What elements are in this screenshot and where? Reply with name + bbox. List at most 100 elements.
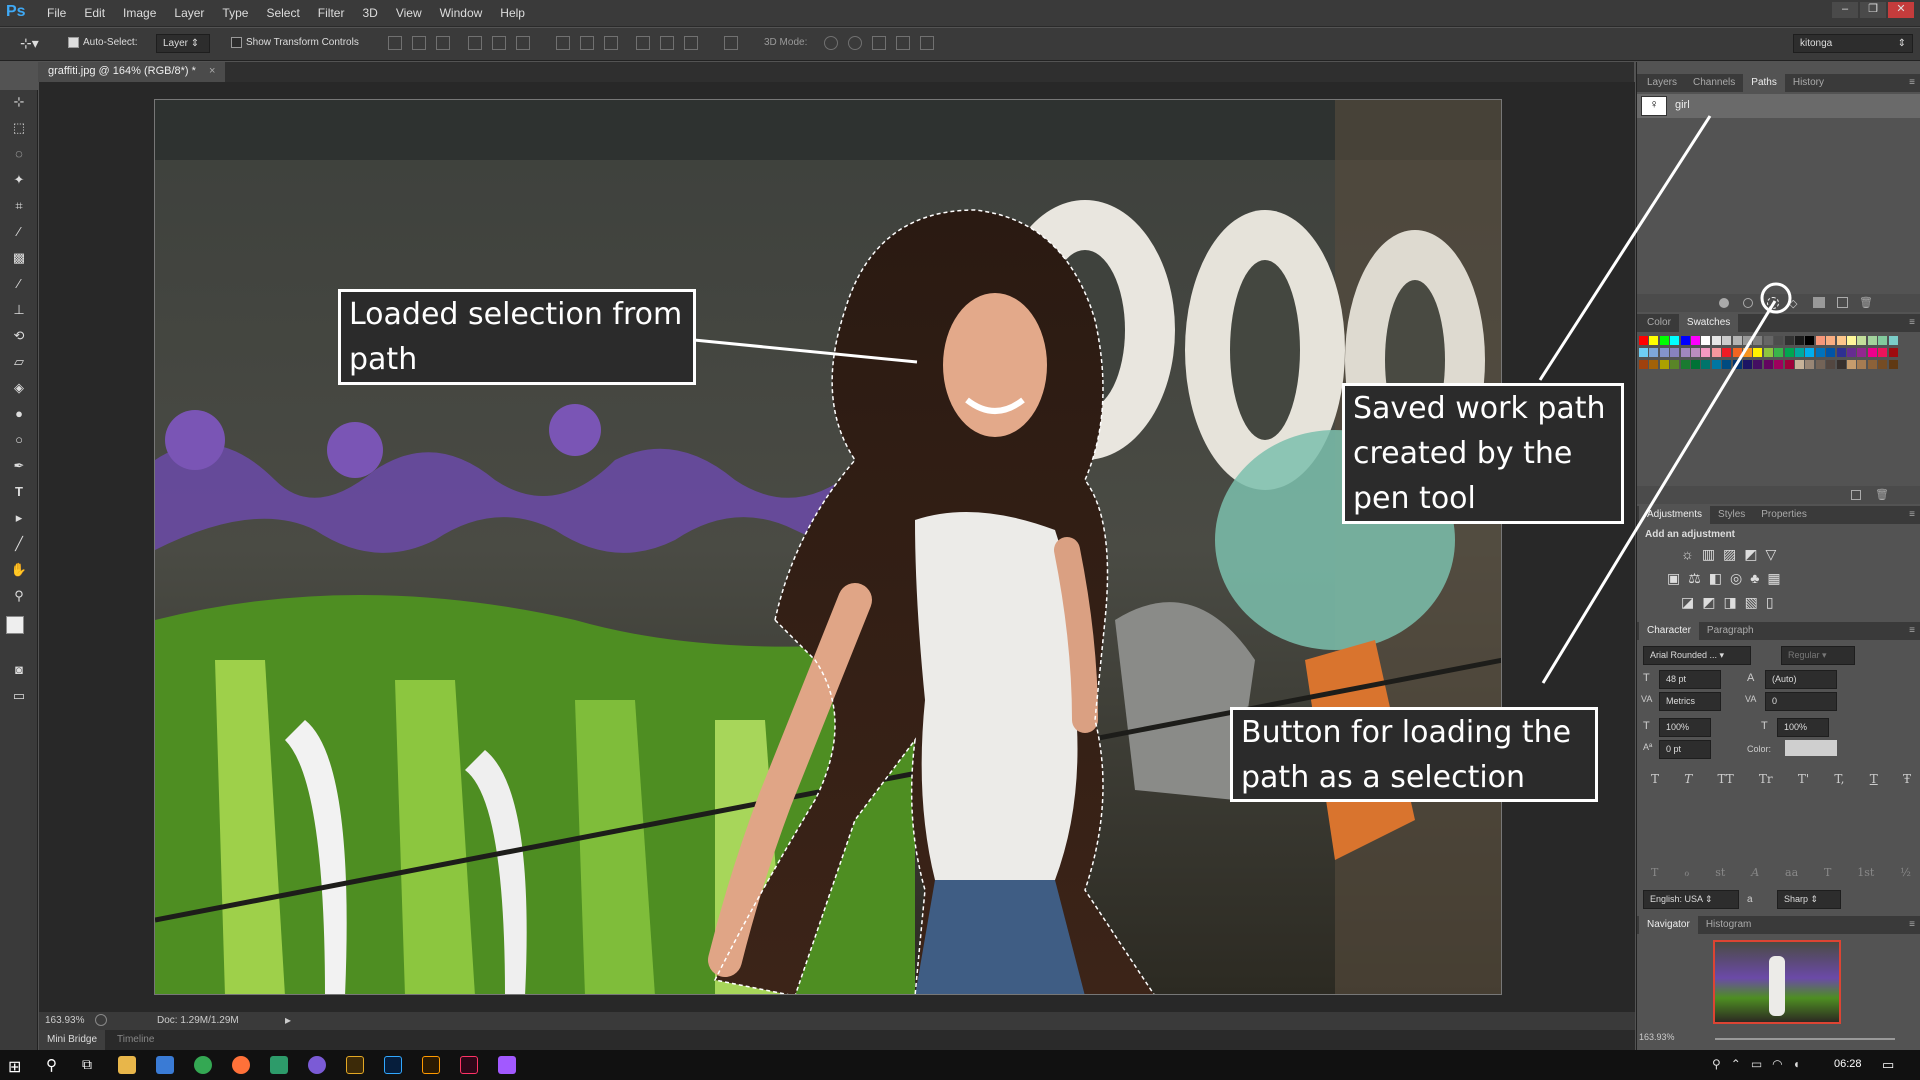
delete-path-icon[interactable]: 🗑 xyxy=(1859,296,1873,309)
subscript-button[interactable]: T, xyxy=(1834,772,1844,786)
panel-menu-icon[interactable]: ≡ xyxy=(1909,317,1915,328)
illustrator-icon[interactable] xyxy=(422,1056,440,1074)
photoshop-taskbar-icon[interactable] xyxy=(384,1056,402,1074)
swatch[interactable] xyxy=(1888,360,1898,369)
swatch[interactable] xyxy=(1649,348,1659,357)
swatch[interactable] xyxy=(1659,348,1669,357)
menu-image[interactable]: Image xyxy=(123,6,156,20)
swatch[interactable] xyxy=(1847,360,1856,369)
horizontal-scale-field[interactable]: 100% xyxy=(1777,718,1829,737)
discretionary-ligatures-button[interactable]: ℴ xyxy=(1684,866,1689,879)
swatch[interactable] xyxy=(1649,360,1659,369)
new-path-icon[interactable] xyxy=(1837,297,1848,308)
font-size-field[interactable]: 48 pt xyxy=(1659,670,1721,689)
adjustment-icons-row-2[interactable]: ▣⚖◧◎♣▦ xyxy=(1667,570,1789,587)
lasso-tool-icon[interactable]: ◌ xyxy=(9,144,29,164)
menu-window[interactable]: Window xyxy=(440,6,483,20)
swatch[interactable] xyxy=(1878,348,1888,357)
swatch[interactable] xyxy=(1680,336,1690,345)
status-menu-arrow-icon[interactable]: ▸ xyxy=(285,1013,291,1027)
bridge-icon[interactable] xyxy=(346,1056,364,1074)
path-row-girl[interactable]: ♀ girl xyxy=(1637,94,1920,118)
swatch[interactable] xyxy=(1732,360,1742,369)
hand-tool-icon[interactable]: ✋ xyxy=(9,560,29,580)
panel-menu-icon[interactable]: ≡ xyxy=(1909,509,1915,520)
swatch[interactable] xyxy=(1753,360,1763,369)
adjustment-icons-row-1[interactable]: ☼▥▨◩▽ xyxy=(1681,546,1784,563)
tab-properties[interactable]: Properties xyxy=(1753,506,1815,524)
swatch[interactable] xyxy=(1680,348,1690,357)
swatch[interactable] xyxy=(1805,360,1815,369)
swatch[interactable] xyxy=(1659,336,1669,345)
stylistic-button[interactable]: A xyxy=(1751,866,1759,879)
fractions-button[interactable]: ½ xyxy=(1900,866,1911,879)
store-icon[interactable] xyxy=(156,1056,174,1074)
swatch[interactable] xyxy=(1784,360,1794,369)
tab-swatches[interactable]: Swatches xyxy=(1678,314,1739,332)
swatch[interactable] xyxy=(1847,348,1856,357)
app-icon-2[interactable] xyxy=(308,1056,326,1074)
menu-filter[interactable]: Filter xyxy=(318,6,345,20)
swatch[interactable] xyxy=(1774,360,1784,369)
chrome-icon[interactable] xyxy=(194,1056,212,1074)
font-style-dropdown[interactable]: Regular ▾ xyxy=(1781,646,1855,665)
menu-3d[interactable]: 3D xyxy=(362,6,377,20)
type-tool-icon[interactable]: T xyxy=(9,482,29,502)
load-path-as-selection-icon[interactable] xyxy=(1767,297,1779,309)
history-brush-tool-icon[interactable]: ⟲ xyxy=(9,326,29,346)
swatch[interactable] xyxy=(1815,348,1825,357)
text-color-swatch[interactable] xyxy=(1785,740,1837,756)
swatch[interactable] xyxy=(1659,360,1669,369)
swatch[interactable] xyxy=(1763,336,1773,345)
new-swatch-icon[interactable] xyxy=(1851,490,1861,500)
clone-stamp-tool-icon[interactable]: ⊥ xyxy=(9,300,29,320)
firefox-icon[interactable] xyxy=(232,1056,250,1074)
swatch[interactable] xyxy=(1888,348,1898,357)
tab-layers[interactable]: Layers xyxy=(1639,74,1685,92)
menu-edit[interactable]: Edit xyxy=(84,6,105,20)
kerning-field[interactable]: Metrics xyxy=(1659,692,1721,711)
tab-mini-bridge[interactable]: Mini Bridge xyxy=(39,1030,106,1050)
swatch[interactable] xyxy=(1836,336,1846,345)
close-button[interactable]: ✕ xyxy=(1888,2,1914,18)
search-icon[interactable]: ⚲ xyxy=(46,1056,57,1074)
swatch[interactable] xyxy=(1878,360,1888,369)
swatch[interactable] xyxy=(1743,336,1752,345)
vertical-scale-field[interactable]: 100% xyxy=(1659,718,1711,737)
tab-timeline[interactable]: Timeline xyxy=(117,1034,154,1045)
task-view-icon[interactable]: ⧉ xyxy=(82,1056,92,1073)
swatch[interactable] xyxy=(1743,348,1752,357)
brush-tool-icon[interactable]: ⁄ xyxy=(9,274,29,294)
swatch[interactable] xyxy=(1701,360,1711,369)
swatch[interactable] xyxy=(1753,336,1763,345)
workspace-dropdown[interactable]: kitonga ⇕ xyxy=(1793,34,1913,53)
3d-roll-icon[interactable] xyxy=(848,36,862,50)
blur-tool-icon[interactable]: ● xyxy=(9,404,29,424)
eraser-tool-icon[interactable]: ▱ xyxy=(9,352,29,372)
document-tab[interactable]: graffiti.jpg @ 164% (RGB/8*) * × xyxy=(38,62,226,82)
3d-scale-icon[interactable] xyxy=(920,36,934,50)
indesign-icon[interactable] xyxy=(460,1056,478,1074)
tab-navigator[interactable]: Navigator xyxy=(1639,916,1698,934)
add-mask-icon[interactable] xyxy=(1813,297,1825,308)
file-explorer-icon[interactable] xyxy=(118,1056,136,1074)
make-work-path-icon[interactable]: ◇ xyxy=(1789,297,1797,310)
menu-select[interactable]: Select xyxy=(266,6,299,20)
swatch[interactable] xyxy=(1763,360,1773,369)
pen-tool-icon[interactable]: ✒ xyxy=(9,456,29,476)
marquee-tool-icon[interactable]: ⬚ xyxy=(9,118,29,138)
swatch[interactable] xyxy=(1795,360,1804,369)
swatch[interactable] xyxy=(1753,348,1763,357)
distribute-top-icon[interactable] xyxy=(556,36,570,50)
align-vcenter-icon[interactable] xyxy=(412,36,426,50)
swash-button[interactable]: st xyxy=(1715,866,1725,879)
distribute-left-icon[interactable] xyxy=(636,36,650,50)
tab-character[interactable]: Character xyxy=(1639,622,1699,640)
swatch[interactable] xyxy=(1867,360,1877,369)
swatch[interactable] xyxy=(1836,348,1846,357)
tab-styles[interactable]: Styles xyxy=(1710,506,1753,524)
auto-select-checkbox[interactable]: Auto-Select: xyxy=(68,37,137,48)
panel-menu-icon[interactable]: ≡ xyxy=(1909,919,1915,930)
panel-menu-icon[interactable]: ≡ xyxy=(1909,77,1915,88)
swatch-grid[interactable] xyxy=(1639,336,1903,408)
